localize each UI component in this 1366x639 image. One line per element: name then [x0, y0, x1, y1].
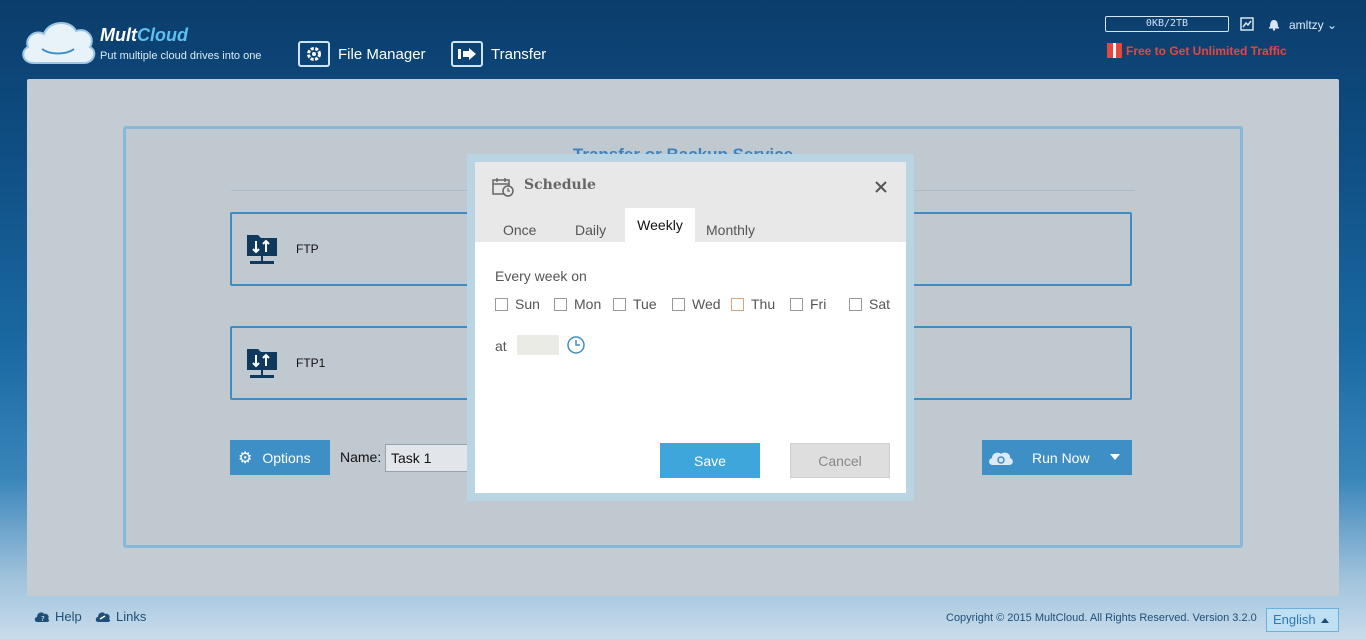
checkbox[interactable] [790, 297, 803, 311]
free-traffic-link[interactable]: Free to Get Unlimited Traffic [1107, 43, 1287, 58]
day-thu[interactable]: Thu [731, 296, 775, 312]
task-name-input[interactable] [385, 444, 475, 472]
gift-icon [1107, 43, 1122, 58]
nav-file-manager-label: File Manager [338, 45, 426, 63]
gear-icon: ⚙ [238, 449, 253, 467]
bell-icon[interactable] [1267, 17, 1281, 31]
checkbox[interactable] [731, 297, 744, 311]
checkbox[interactable] [495, 297, 508, 311]
day-wed[interactable]: Wed [672, 296, 721, 312]
schedule-dialog: Schedule Once Daily Weekly Monthly Every… [467, 154, 914, 501]
links-link[interactable]: Links [95, 609, 146, 624]
time-input[interactable] [517, 335, 559, 355]
day-sat[interactable]: Sat [849, 296, 890, 312]
checkbox[interactable] [672, 297, 685, 311]
cancel-button[interactable]: Cancel [790, 443, 890, 478]
free-traffic-label: Free to Get Unlimited Traffic [1126, 43, 1287, 58]
checkbox[interactable] [554, 297, 567, 311]
every-week-label: Every week on [495, 268, 587, 284]
copyright-text: Copyright © 2015 MultCloud. All Rights R… [946, 612, 1257, 624]
language-select[interactable]: English [1266, 608, 1339, 632]
app-tagline: Put multiple cloud drives into one [100, 50, 262, 62]
help-link[interactable]: ? Help [34, 609, 82, 624]
target-drive-label: FTP1 [296, 356, 326, 370]
source-drive-label: FTP [296, 242, 319, 256]
app-name: MultCloud [100, 25, 188, 45]
links-label: Links [116, 609, 147, 624]
clock-icon[interactable] [566, 335, 586, 355]
tab-monthly[interactable]: Monthly [706, 222, 755, 238]
ftp-icon [247, 235, 277, 264]
transfer-icon [451, 41, 483, 67]
at-label: at [495, 338, 507, 354]
gear-icon [298, 41, 330, 67]
ftp-icon [247, 349, 277, 378]
username: amltzy [1289, 18, 1324, 32]
link-cloud-icon [95, 612, 111, 622]
language-value: English [1273, 612, 1316, 627]
tab-daily[interactable]: Daily [575, 222, 606, 238]
calendar-clock-icon [492, 178, 514, 197]
tab-weekly[interactable]: Weekly [625, 208, 695, 242]
weekday-checkboxes: Sun Mon Tue Wed Thu Fri Sat [495, 296, 895, 316]
save-button[interactable]: Save [660, 443, 760, 478]
traffic-usage-bar: 0KB/2TB [1105, 16, 1229, 32]
help-cloud-icon: ? [34, 612, 50, 623]
user-menu[interactable]: amltzy ⌄ [1289, 18, 1337, 32]
options-label: Options [262, 449, 311, 466]
task-name-label: Name: [340, 449, 382, 465]
day-fri[interactable]: Fri [790, 296, 826, 312]
day-tue[interactable]: Tue [613, 296, 657, 312]
checkbox[interactable] [849, 297, 862, 311]
svg-text:?: ? [41, 615, 45, 623]
app-logo[interactable]: MultCloud Put multiple cloud drives into… [20, 17, 280, 69]
close-icon[interactable] [873, 179, 889, 195]
chart-icon[interactable] [1240, 17, 1254, 31]
nav-transfer[interactable]: Transfer [451, 40, 546, 68]
dialog-title: Schedule [524, 177, 596, 193]
checkbox[interactable] [613, 297, 626, 311]
caret-up-icon [1321, 618, 1329, 623]
day-sun[interactable]: Sun [495, 296, 540, 312]
schedule-dialog-body: Schedule Once Daily Weekly Monthly Every… [475, 162, 906, 493]
cloud-logo-icon [22, 22, 96, 64]
nav-file-manager[interactable]: File Manager [298, 40, 426, 68]
run-now-label: Run Now [1032, 449, 1090, 466]
nav-transfer-label: Transfer [491, 45, 547, 63]
cloud-sync-icon [989, 452, 1013, 465]
help-label: Help [55, 609, 82, 624]
day-mon[interactable]: Mon [554, 296, 601, 312]
chevron-down-icon: ⌄ [1327, 18, 1338, 32]
options-button[interactable]: ⚙ Options [230, 440, 330, 475]
run-now-button[interactable]: Run Now [982, 440, 1132, 475]
caret-down-icon[interactable] [1110, 454, 1120, 460]
tab-once[interactable]: Once [503, 222, 536, 238]
